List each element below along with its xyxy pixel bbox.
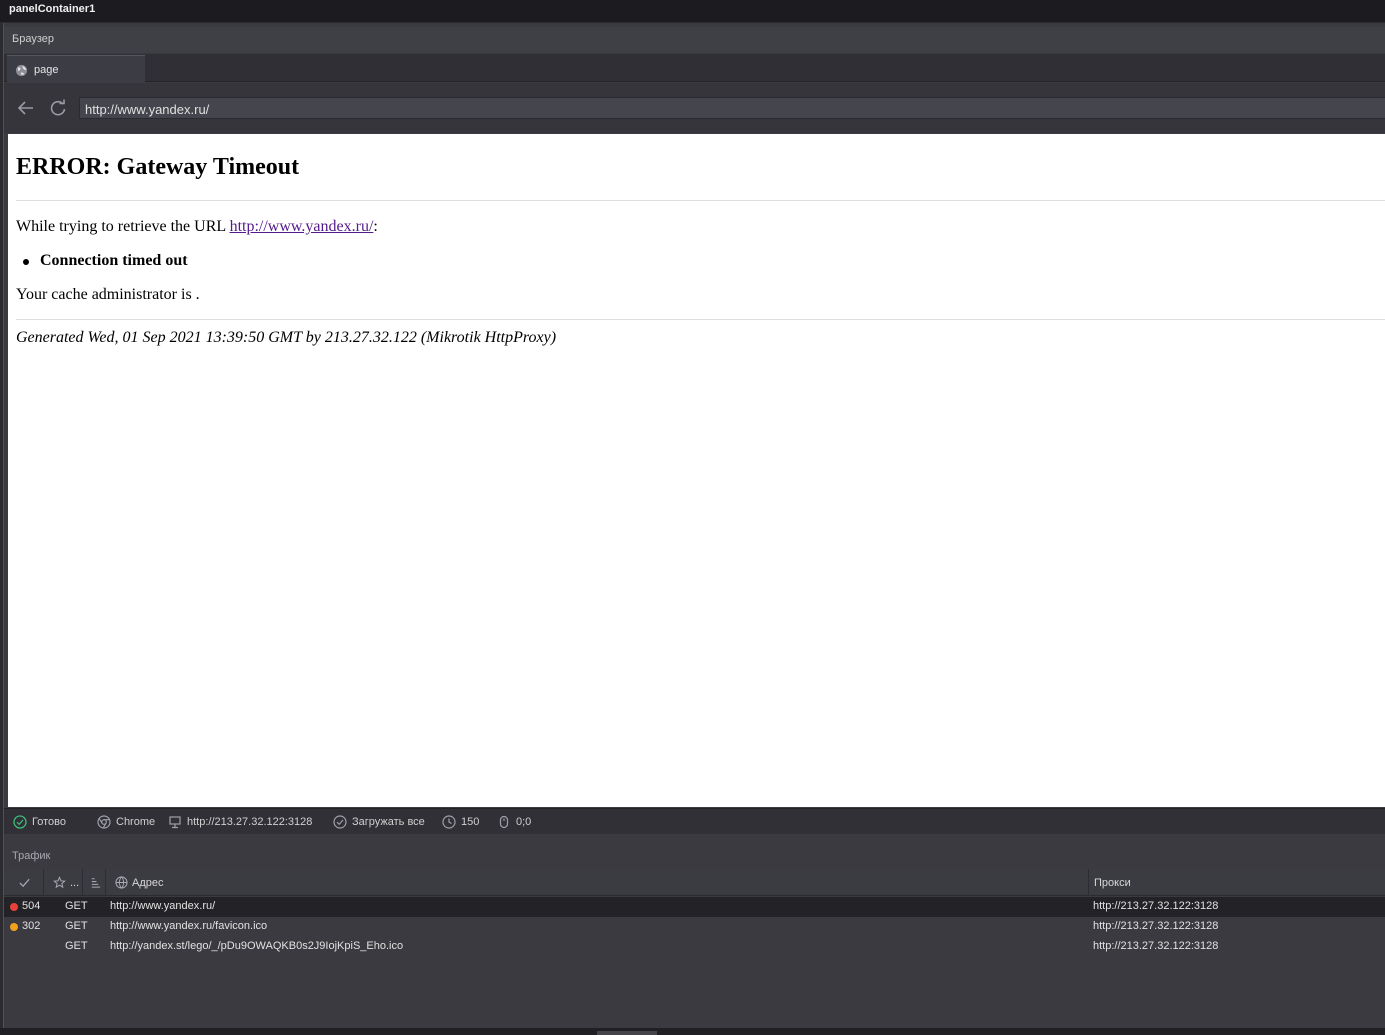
tab-page[interactable]: page — [7, 55, 145, 83]
row-status: 504 — [22, 900, 41, 912]
generated-footer: Generated Wed, 01 Sep 2021 13:39:50 GMT … — [16, 329, 557, 346]
window-title: panelContainer1 — [9, 3, 96, 15]
mouse-icon — [499, 815, 509, 829]
row-method: GET — [65, 940, 88, 952]
traffic-panel-header: Трафик — [4, 842, 1385, 868]
page-viewport: ERROR: Gateway Timeout While trying to r… — [8, 134, 1385, 807]
check-circle-icon — [13, 815, 27, 829]
row-status: 302 — [22, 920, 41, 932]
column-sort[interactable] — [84, 869, 106, 896]
monitor-icon — [169, 816, 181, 829]
status-timeout[interactable]: 150 — [442, 814, 479, 830]
traffic-panel-title: Трафик — [12, 850, 51, 862]
row-proxy: http://213.27.32.122:3128 — [1093, 900, 1219, 912]
row-url: http://www.yandex.ru/ — [110, 900, 216, 912]
browser-panel-title: Браузер — [12, 33, 54, 45]
retrieve-url-link[interactable]: http://www.yandex.ru/ — [230, 218, 374, 235]
window-titlebar: panelContainer1 — [0, 0, 1385, 22]
status-load-mode[interactable]: Загружать все — [333, 814, 425, 830]
status-load-mode-label: Загружать все — [352, 816, 425, 828]
row-url: http://www.yandex.ru/favicon.ico — [110, 920, 268, 932]
status-proxy[interactable]: http://213.27.32.122:3128 — [168, 814, 312, 830]
column-flag-label: ... — [70, 876, 80, 889]
divider — [16, 319, 1385, 320]
column-address[interactable]: Адрес — [107, 869, 1089, 896]
navigation-bar — [4, 83, 1385, 133]
retrieve-suffix: : — [373, 218, 378, 235]
error-reason: Connection timed out — [40, 252, 188, 269]
reload-button[interactable] — [48, 99, 68, 117]
arrow-left-icon — [17, 101, 33, 115]
back-button[interactable] — [16, 99, 36, 117]
column-address-label: Адрес — [132, 876, 164, 889]
status-ready-label: Готово — [32, 816, 66, 828]
traffic-table-header: ... Адрес Прокси — [4, 869, 1385, 896]
browser-panel-header: Браузер — [4, 27, 1385, 53]
status-proxy-label: http://213.27.32.122:3128 — [187, 816, 313, 828]
row-url: http://yandex.st/lego/_/pDu9OWAQKB0s2J9I… — [110, 940, 404, 952]
globe-icon — [15, 64, 28, 77]
status-ready: Готово — [13, 814, 66, 830]
sort-icon — [91, 878, 101, 888]
status-timeout-label: 150 — [461, 816, 480, 828]
status-mouse-label: 0;0 — [516, 816, 532, 828]
bullet-icon — [23, 259, 29, 265]
browser-panel: Браузер page ERROR: Gateway Timeout Wh — [3, 23, 1385, 1032]
globe-icon — [115, 876, 128, 889]
status-engine[interactable]: Chrome — [97, 814, 155, 830]
divider — [16, 200, 1385, 201]
retrieve-paragraph: While trying to retrieve the URL http://… — [16, 218, 378, 236]
admin-line: Your cache administrator is . — [16, 286, 200, 303]
checkmark-icon — [19, 878, 30, 888]
row-method: GET — [65, 900, 88, 912]
column-flag[interactable]: ... — [45, 869, 83, 896]
check-circle-icon — [333, 815, 347, 829]
table-row[interactable]: GET http://yandex.st/lego/_/pDu9OWAQKB0s… — [4, 937, 1385, 957]
status-mouse: 0;0 — [497, 814, 531, 830]
chrome-icon — [97, 815, 111, 829]
traffic-table-body: 504 GET http://www.yandex.ru/ http://213… — [4, 897, 1385, 1027]
retrieve-text: While trying to retrieve the URL — [16, 218, 230, 235]
clock-icon — [442, 815, 456, 829]
bottom-edge — [0, 1028, 1385, 1035]
row-proxy: http://213.27.32.122:3128 — [1093, 920, 1219, 932]
status-engine-label: Chrome — [116, 816, 156, 828]
table-row[interactable]: 504 GET http://www.yandex.ru/ http://213… — [4, 897, 1385, 917]
url-input[interactable] — [79, 97, 1385, 119]
star-icon — [53, 876, 66, 889]
tab-label: page — [34, 64, 59, 76]
column-proxy[interactable]: Прокси — [1090, 869, 1385, 896]
tab-strip: page — [4, 54, 1385, 83]
resize-grip[interactable] — [597, 1031, 657, 1035]
column-status[interactable] — [4, 869, 44, 896]
reload-icon — [50, 99, 66, 116]
error-list-item: Connection timed out — [23, 252, 188, 270]
row-method: GET — [65, 920, 88, 932]
row-proxy: http://213.27.32.122:3128 — [1093, 940, 1219, 952]
page-heading: ERROR: Gateway Timeout — [16, 154, 300, 180]
status-dot — [10, 903, 18, 911]
status-bar: Готово Chrome http://213.27.32.122:3128 … — [4, 808, 1385, 834]
column-proxy-label: Прокси — [1094, 876, 1131, 889]
status-dot — [10, 923, 18, 931]
table-row[interactable]: 302 GET http://www.yandex.ru/favicon.ico… — [4, 917, 1385, 937]
